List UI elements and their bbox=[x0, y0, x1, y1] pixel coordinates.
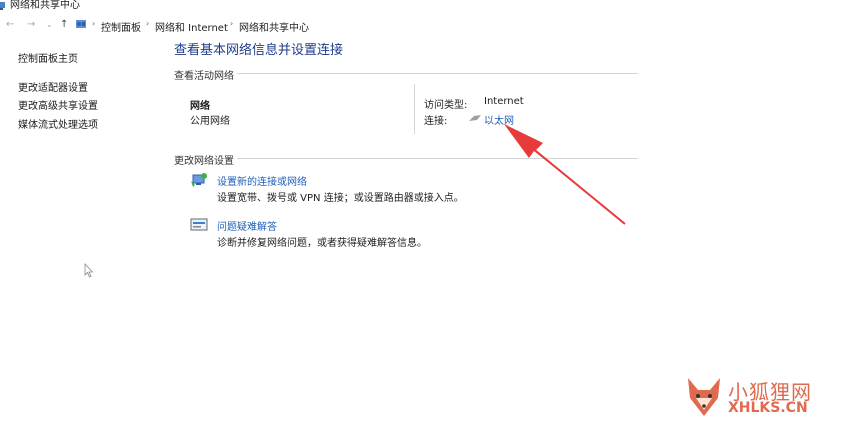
breadcrumb-separator-icon: › bbox=[146, 19, 150, 28]
breadcrumb-separator-icon: › bbox=[92, 19, 96, 28]
fox-logo-icon bbox=[688, 378, 720, 416]
watermark-en: XHLKS.CN bbox=[728, 400, 808, 416]
breadcrumb-control-panel[interactable]: 控制面板 bbox=[101, 19, 141, 34]
vertical-divider bbox=[414, 84, 415, 134]
network-name: 网络 bbox=[190, 101, 210, 112]
page-title: 查看基本网络信息并设置连接 bbox=[174, 43, 344, 58]
section-divider bbox=[237, 158, 638, 159]
recent-chevron-icon[interactable]: ⌄ bbox=[46, 20, 53, 29]
network-type-link[interactable]: 公用网络 bbox=[190, 112, 230, 127]
breadcrumb-network-internet[interactable]: 网络和 Internet bbox=[155, 19, 228, 34]
ethernet-connection-link[interactable]: 以太网 bbox=[484, 112, 514, 127]
network-center-icon bbox=[0, 2, 5, 10]
breadcrumb-separator-icon: › bbox=[230, 19, 234, 28]
forward-arrow-icon[interactable]: → bbox=[27, 19, 35, 30]
troubleshoot-desc: 诊断并修复网络问题，或者获得疑难解答信息。 bbox=[217, 238, 427, 249]
sidebar-item-change-advanced-sharing[interactable]: 更改高级共享设置 bbox=[18, 97, 98, 112]
change-settings-heading: 更改网络设置 bbox=[174, 156, 234, 167]
sidebar-item-control-panel-home[interactable]: 控制面板主页 bbox=[18, 50, 78, 65]
mouse-cursor-icon bbox=[84, 263, 94, 278]
address-bar: ← → ⌄ ↑ › 控制面板 › 网络和 Internet › 网络和共享中心 bbox=[0, 14, 842, 36]
setup-new-connection-link[interactable]: 设置新的连接或网络 bbox=[217, 173, 307, 188]
up-arrow-icon[interactable]: ↑ bbox=[60, 19, 68, 30]
setup-new-connection-desc: 设置宽带、拨号或 VPN 连接；或设置路由器或接入点。 bbox=[217, 193, 464, 204]
troubleshoot-icon bbox=[190, 218, 208, 231]
sidebar-item-change-adapter-settings[interactable]: 更改适配器设置 bbox=[18, 79, 88, 94]
window-title: 网络和共享中心 bbox=[10, 0, 80, 11]
access-type-label: 访问类型: bbox=[424, 100, 468, 111]
watermark: 小狐狸网 XHLKS.CN bbox=[684, 376, 834, 420]
active-networks-heading: 查看活动网络 bbox=[174, 71, 234, 82]
title-bar: 网络和共享中心 bbox=[0, 0, 842, 14]
control-panel-icon bbox=[76, 20, 86, 28]
access-type-value: Internet bbox=[484, 96, 524, 107]
breadcrumb-network-sharing-center[interactable]: 网络和共享中心 bbox=[239, 19, 309, 34]
back-arrow-icon[interactable]: ← bbox=[6, 19, 14, 30]
ethernet-icon bbox=[469, 115, 481, 121]
network-setup-icon bbox=[191, 173, 207, 187]
sidebar-item-media-streaming[interactable]: 媒体流式处理选项 bbox=[18, 116, 98, 131]
annotation-arrow-icon bbox=[504, 124, 626, 225]
troubleshoot-link[interactable]: 问题疑难解答 bbox=[217, 218, 277, 233]
section-divider bbox=[237, 73, 638, 74]
connection-label: 连接: bbox=[424, 116, 448, 127]
